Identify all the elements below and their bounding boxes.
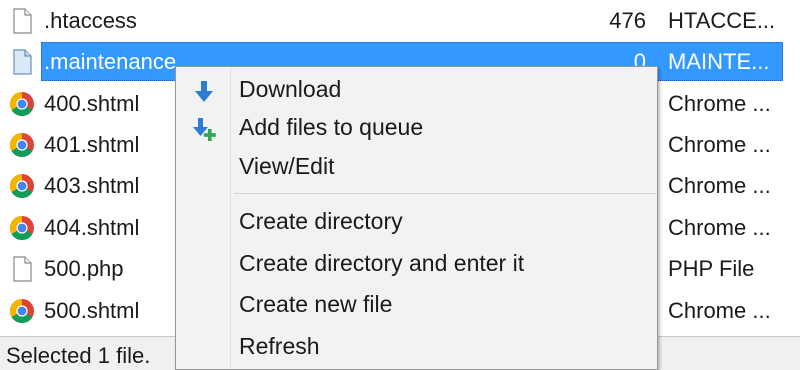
file-type: HTACCE... — [668, 8, 776, 33]
menu-item-label: Add files to queue — [239, 114, 424, 140]
menu-item-view-edit[interactable]: View/Edit — [176, 146, 657, 186]
file-type: PHP File — [668, 256, 755, 281]
file-name: 500.php — [44, 256, 124, 281]
menu-item-create-new-file[interactable]: Create new file — [176, 284, 657, 324]
file-type: Chrome ... — [668, 173, 771, 198]
file-type: Chrome ... — [668, 132, 771, 157]
file-row-htaccess[interactable]: .htaccess 476 HTACCE... — [0, 0, 800, 41]
file-type: Chrome ... — [668, 91, 771, 116]
document-icon — [9, 49, 35, 75]
file-type: MAINTE... — [668, 49, 770, 74]
file-name: .maintenance — [44, 49, 177, 74]
add-to-queue-icon — [191, 115, 217, 141]
file-size: 476 — [609, 8, 646, 33]
file-name: 404.shtml — [44, 215, 140, 240]
chrome-icon — [9, 173, 35, 199]
menu-item-label: Refresh — [239, 333, 320, 359]
chrome-icon — [9, 298, 35, 324]
file-name: 500.shtml — [44, 298, 140, 323]
menu-item-label: Download — [239, 76, 342, 102]
menu-item-create-directory[interactable]: Create directory — [176, 201, 657, 241]
file-name: .htaccess — [44, 8, 137, 33]
file-name: 403.shtml — [44, 173, 140, 198]
file-type: Chrome ... — [668, 298, 771, 323]
chrome-icon — [9, 91, 35, 117]
chrome-icon — [9, 215, 35, 241]
menu-item-create-directory-and-enter[interactable]: Create directory and enter it — [176, 243, 657, 283]
menu-item-label: Create new file — [239, 291, 393, 317]
menu-item-add-files-to-queue[interactable]: Add files to queue — [176, 107, 657, 147]
menu-item-download[interactable]: Download — [176, 69, 657, 109]
menu-item-refresh[interactable]: Refresh — [176, 326, 657, 366]
document-icon — [9, 256, 35, 282]
menu-item-label: Create directory and enter it — [239, 250, 525, 276]
download-arrow-icon — [191, 77, 217, 103]
file-type: Chrome ... — [668, 215, 771, 240]
file-name: 400.shtml — [44, 91, 140, 116]
menu-item-label: View/Edit — [239, 153, 335, 179]
status-text: Selected 1 file. — [6, 343, 151, 368]
chrome-icon — [9, 132, 35, 158]
menu-separator — [234, 193, 656, 194]
file-name: 401.shtml — [44, 132, 140, 157]
context-menu: Download Add files to queue View/Edit Cr… — [175, 66, 658, 370]
document-icon — [9, 8, 35, 34]
menu-item-label: Create directory — [239, 208, 403, 234]
